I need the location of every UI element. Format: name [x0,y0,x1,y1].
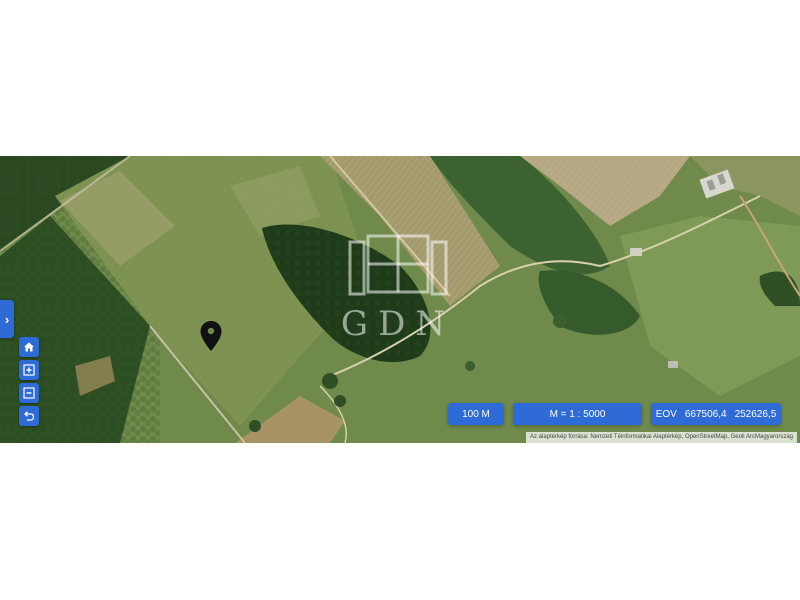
back-button[interactable] [19,406,39,426]
page: GDN › 100 M M = 1: 5000 EOV 667506,4 25… [0,0,800,600]
scale-bar: 100 M [448,403,504,425]
coordinate-readout: EOV 667506,4 252626,5 [651,403,781,425]
map-attribution: Az alaptérkép forrása: Nemzeti Téinforma… [525,432,797,443]
chevron-right-icon: › [4,311,10,327]
scale-bar-label: 100 M [462,408,490,420]
home-icon [24,342,34,352]
panel-toggle-button[interactable]: › [0,300,14,338]
zoom-in-button[interactable] [19,360,39,380]
zoom-out-button[interactable] [19,383,39,403]
coordinate-y: 252626,5 [734,408,777,420]
satellite-imagery [0,156,800,443]
zoom-out-icon [23,387,35,399]
coordinate-x: 667506,4 [684,408,727,420]
home-button[interactable] [19,337,39,357]
satellite-map[interactable]: GDN [0,156,800,443]
undo-arrow-icon [24,411,35,421]
zoom-in-icon [23,364,35,376]
coordinate-system: EOV [655,408,677,420]
map-pin-icon[interactable] [199,320,223,352]
map-scale-label: M = 1 : 5000 [549,408,606,420]
map-scale: M = 1 : 5000 [513,403,642,425]
